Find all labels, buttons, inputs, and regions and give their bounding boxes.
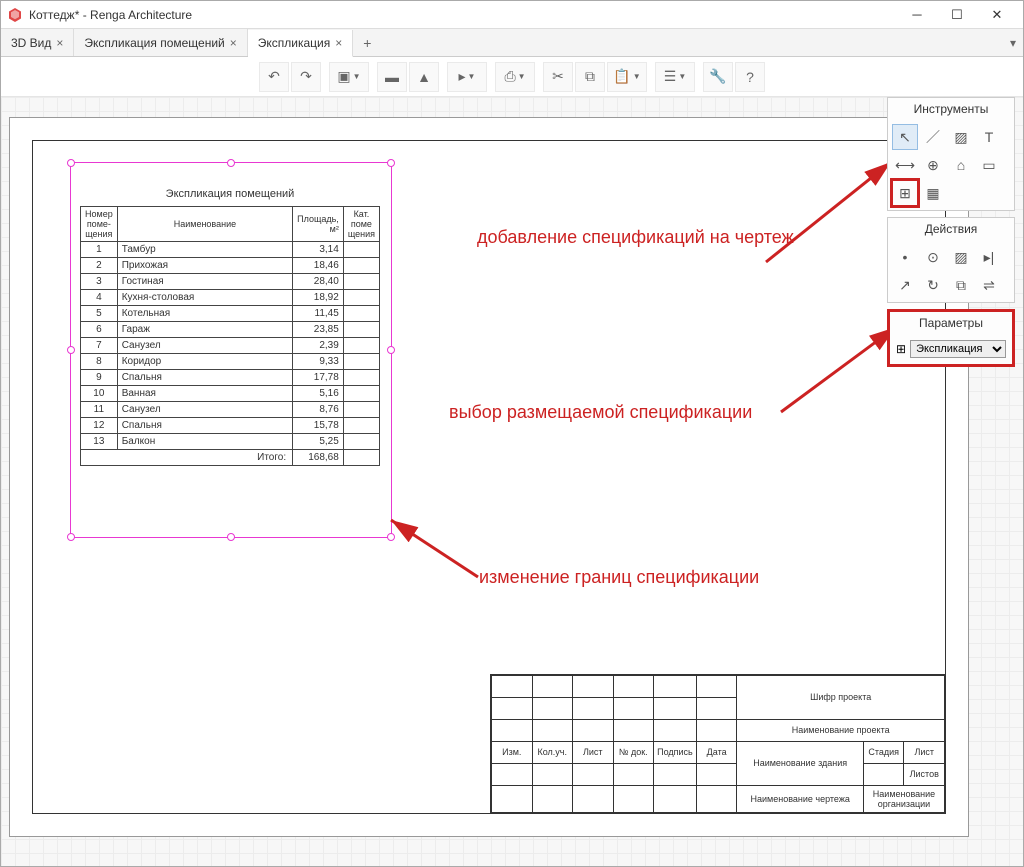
tab-menu-button[interactable]: ▾ [1003, 29, 1023, 56]
annotation-resize: изменение границ спецификации [479, 567, 759, 588]
resize-handle-mr[interactable] [387, 346, 395, 354]
app-logo-icon [7, 7, 23, 23]
panel-tools: Инструменты ↖ ／ ▨ T ⟷ ⊕ ⌂ ▭ ⊞ ▦ [887, 97, 1015, 211]
view-button[interactable]: ☰▼ [655, 62, 695, 92]
titlebar: Коттедж* - Renga Architecture ─ ☐ ✕ [1, 1, 1023, 29]
tb-col-podpis: Подпись [654, 741, 697, 763]
close-button[interactable]: ✕ [977, 1, 1017, 29]
resize-handle-tr[interactable] [387, 159, 395, 167]
settings-button[interactable]: 🔧 [703, 62, 733, 92]
redo-button[interactable]: ↷ [291, 62, 321, 92]
tool-insert-spec[interactable]: ⊞ [892, 180, 918, 206]
tab-label: Экспликация [258, 36, 330, 50]
panel-actions-title: Действия [888, 218, 1014, 240]
resize-handle-bm[interactable] [227, 533, 235, 541]
tab-label: 3D Вид [11, 36, 51, 50]
resize-handle-tl[interactable] [67, 159, 75, 167]
cut-button[interactable]: ✂ [543, 62, 573, 92]
action-copy[interactable]: ⧉ [948, 272, 974, 298]
tool-dimension[interactable]: ⟷ [892, 152, 918, 178]
resize-handle-bl[interactable] [67, 533, 75, 541]
titleblock: Шифр проекта Наименование проекта Изм. К… [490, 674, 946, 814]
action-move[interactable]: ↗ [892, 272, 918, 298]
side-panels: Инструменты ↖ ／ ▨ T ⟷ ⊕ ⌂ ▭ ⊞ ▦ Действия… [887, 97, 1015, 367]
tb-sheet: Лист [904, 741, 945, 763]
tb-col-ndok: № док. [613, 741, 654, 763]
tb-stage: Стадия [863, 741, 904, 763]
tool-line[interactable]: ／ [920, 124, 946, 150]
panel-actions: Действия • ⊙ ▨ ▸| ↗ ↻ ⧉ ⇌ [887, 217, 1015, 303]
tb-building: Наименование здания [737, 741, 864, 785]
tb-drawing: Наименование чертежа [737, 785, 864, 812]
action-mirror[interactable]: ⇌ [976, 272, 1002, 298]
tb-org: Наименование организации [863, 785, 944, 812]
tb-col-list: Лист [573, 741, 614, 763]
tool-select[interactable]: ↖ [892, 124, 918, 150]
new-tab-button[interactable]: + [353, 29, 381, 56]
action-node[interactable]: ⊙ [920, 244, 946, 270]
selection-box[interactable] [70, 162, 392, 538]
tool-label[interactable]: ▭ [976, 152, 1002, 178]
tab-bar: 3D Вид × Экспликация помещений × Экспликац… [1, 29, 1023, 57]
paste-button[interactable]: 📋▼ [607, 62, 647, 92]
action-point[interactable]: • [892, 244, 918, 270]
resize-handle-ml[interactable] [67, 346, 75, 354]
annotation-add-spec: добавление спецификаций на чертеж [477, 227, 837, 248]
action-rotate[interactable]: ↻ [920, 272, 946, 298]
tool-hatch[interactable]: ▨ [948, 124, 974, 150]
main-toolbar: ↶ ↷ ▣▼ ▬ ▲ ▸▼ ⎙▼ ✂ ⧉ 📋▼ ☰▼ 🔧 ? [1, 57, 1023, 97]
open-button[interactable]: ▬ [377, 62, 407, 92]
arrow-add-spec [761, 157, 906, 267]
undo-button[interactable]: ↶ [259, 62, 289, 92]
minimize-button[interactable]: ─ [897, 1, 937, 29]
tool-text[interactable]: T [976, 124, 1002, 150]
tb-col-izm: Изм. [492, 741, 533, 763]
param-spec-icon: ⊞ [896, 342, 906, 356]
tab-3d-view[interactable]: 3D Вид × [1, 29, 74, 56]
save-button[interactable]: ▲ [409, 62, 439, 92]
close-tab-icon[interactable]: × [335, 36, 342, 50]
action-snap[interactable]: ▨ [948, 244, 974, 270]
tool-table[interactable]: ▦ [920, 180, 946, 206]
arrow-resize [383, 512, 483, 582]
canvas[interactable]: Экспликация помещений Номер поме-щения Н… [1, 97, 1023, 866]
workspace: Экспликация помещений Номер поме-щения Н… [1, 97, 1023, 866]
tb-project-code: Шифр проекта [737, 676, 945, 720]
tb-col-koluch: Кол.уч. [532, 741, 573, 763]
window-title: Коттедж* - Renga Architecture [29, 8, 897, 22]
tab-room-explication[interactable]: Экспликация помещений × [74, 29, 247, 56]
tb-project-name: Наименование проекта [737, 719, 945, 741]
export-button[interactable]: ▸▼ [447, 62, 487, 92]
help-button[interactable]: ? [735, 62, 765, 92]
panel-parameters: Параметры ⊞ Экспликация [887, 309, 1015, 367]
tb-sheets: Листов [904, 763, 945, 785]
project-manager-button[interactable]: ▣▼ [329, 62, 369, 92]
resize-handle-tm[interactable] [227, 159, 235, 167]
maximize-button[interactable]: ☐ [937, 1, 977, 29]
tb-col-data: Дата [696, 741, 737, 763]
panel-tools-title: Инструменты [888, 98, 1014, 120]
close-tab-icon[interactable]: × [56, 36, 63, 50]
tab-label: Экспликация помещений [84, 36, 224, 50]
param-spec-select[interactable]: Экспликация [910, 340, 1006, 358]
annotation-select-spec: выбор размещаемой спецификации [449, 402, 752, 423]
app-window: Коттедж* - Renga Architecture ─ ☐ ✕ 3D В… [0, 0, 1024, 867]
tool-axis[interactable]: ⊕ [920, 152, 946, 178]
tab-explication[interactable]: Экспликация × [248, 30, 354, 57]
action-end[interactable]: ▸| [976, 244, 1002, 270]
print-button[interactable]: ⎙▼ [495, 62, 535, 92]
copy-button[interactable]: ⧉ [575, 62, 605, 92]
tool-elevation[interactable]: ⌂ [948, 152, 974, 178]
close-tab-icon[interactable]: × [230, 36, 237, 50]
panel-params-title: Параметры [890, 312, 1012, 334]
